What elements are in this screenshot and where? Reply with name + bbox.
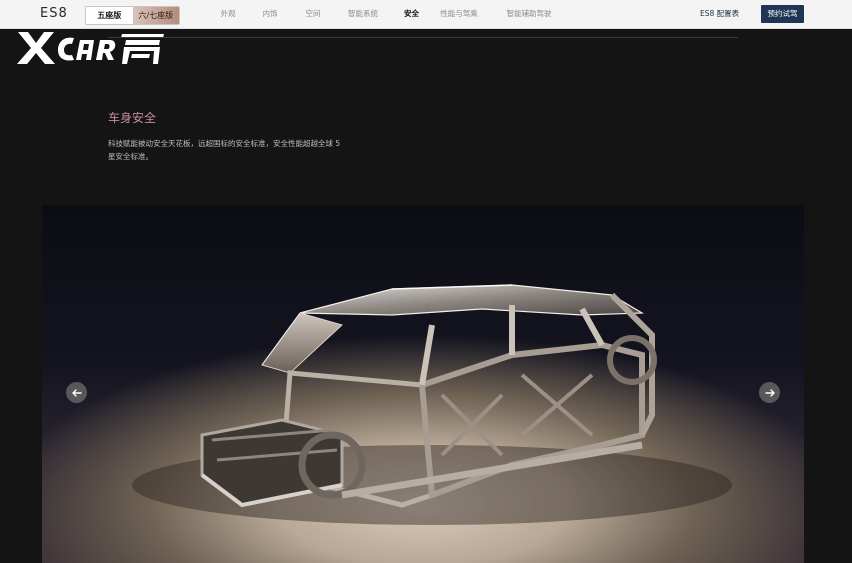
tab-safety[interactable]: 安全 [394,0,429,28]
tab-smart-system[interactable]: 智能系统 [332,0,394,28]
variant-six-seven-seat-button[interactable]: 六/七座版 [132,7,179,24]
hero-image-car-body-frame [42,205,804,563]
tab-exterior[interactable]: 外观 [210,0,246,28]
tab-performance[interactable]: 性能与驾乘 [429,0,489,28]
brand-logo[interactable]: ES8 [40,6,68,21]
section-title: 车身安全 [108,111,157,125]
car-frame-illustration [132,284,732,525]
book-test-drive-button[interactable]: 预约试驾 [761,5,804,23]
arrow-left-icon [71,388,82,397]
section-description: 科技赋能被动安全天花板，远超国标的安全标准，安全性能超越全球 5 星安全标准。 [108,139,341,161]
variant-five-seat-button[interactable]: 五座版 [86,7,133,24]
carousel-prev-button[interactable] [66,382,87,403]
page: ES8 五座版 六/七座版 外观 内饰 空间 智能系统 安全 性能与驾乘 智能辅… [0,0,852,563]
tab-space[interactable]: 空间 [294,0,332,28]
arrow-right-icon [764,388,775,397]
header-divider [108,37,738,38]
section-tabs: 外观 内饰 空间 智能系统 安全 性能与驾乘 智能辅助驾驶 [210,0,569,28]
tab-interior[interactable]: 内饰 [246,0,294,28]
config-sheet-link[interactable]: ES8 配置表 [700,0,739,28]
tab-assisted-driving[interactable]: 智能辅助驾驶 [489,0,569,28]
xcar-watermark-logo [17,32,164,64]
carousel-next-button[interactable] [759,382,780,403]
variant-toggle: 五座版 六/七座版 [85,6,180,25]
